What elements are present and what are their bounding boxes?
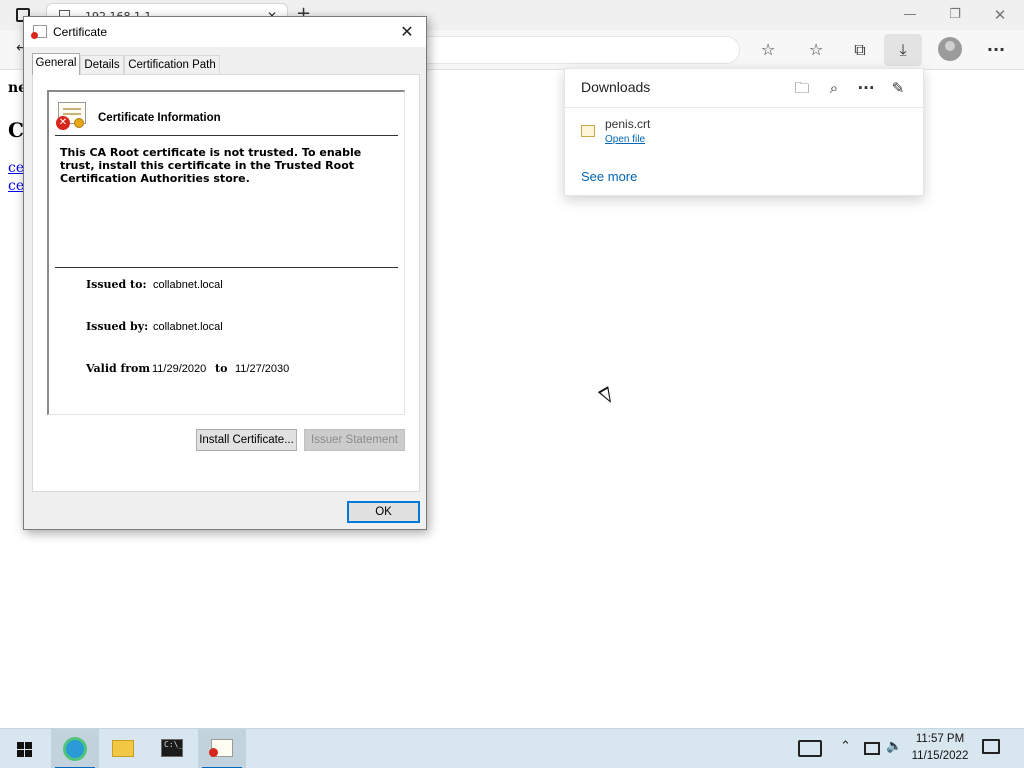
start-button[interactable] <box>8 737 40 761</box>
tab-general[interactable]: General <box>32 53 80 75</box>
close-window-button[interactable]: ✕ <box>978 4 1022 26</box>
profile-avatar[interactable] <box>938 37 962 61</box>
download-icon[interactable]: ⤓ <box>884 34 922 66</box>
certificate-dialog: Certificate ✕ General Details Certificat… <box>23 16 427 530</box>
certificate-icon <box>31 25 47 39</box>
tab-panel-general: ✕ Certificate Information This CA Root c… <box>32 74 420 492</box>
issued-by-label: Issued by: <box>86 320 149 333</box>
certificate-icon[interactable] <box>198 729 246 768</box>
clock-date[interactable]: 11/15/2022 <box>905 750 975 762</box>
trust-warning-text: This CA Root certificate is not trusted.… <box>60 146 362 185</box>
valid-from-value: 11/29/2020 <box>152 363 207 375</box>
page-link[interactable]: ce <box>8 160 24 176</box>
issuer-statement-button: Issuer Statement <box>304 429 405 451</box>
issued-to-label: Issued to: <box>86 278 147 291</box>
tab-certification-path[interactable]: Certification Path <box>124 55 220 75</box>
divider <box>565 107 923 108</box>
chevron-up-icon[interactable]: ⌃ <box>840 739 851 754</box>
dialog-titlebar: Certificate ✕ <box>24 17 426 47</box>
search-icon[interactable]: ⌕ <box>823 77 845 99</box>
taskbar: C:\_ ⌃ 🔈 11:57 PM 11/15/2022 <box>0 728 1024 768</box>
valid-to-label: to <box>215 362 228 375</box>
dialog-title: Certificate <box>53 25 108 39</box>
ok-button[interactable]: OK <box>347 501 420 523</box>
open-file-link[interactable]: Open file <box>605 134 645 145</box>
file-explorer-icon[interactable] <box>99 729 147 768</box>
network-icon[interactable] <box>864 742 880 755</box>
download-item[interactable]: penis.crt Open file <box>579 115 909 151</box>
valid-from-label: Valid from <box>86 362 151 375</box>
download-filename: penis.crt <box>605 117 651 131</box>
certificate-file-icon <box>581 125 595 137</box>
restore-button[interactable]: ❐ <box>933 4 977 26</box>
terminal-icon[interactable]: C:\_ <box>148 729 196 768</box>
open-folder-icon[interactable]: 🗀 <box>791 77 813 99</box>
more-icon[interactable]: ··· <box>984 39 1008 61</box>
downloads-panel: Downloads 🗀 ⌕ ··· ✎ penis.crt Open file … <box>564 68 924 196</box>
downloads-title: Downloads <box>581 79 651 95</box>
edge-icon[interactable] <box>51 729 99 768</box>
favorite-add-icon[interactable]: ☆ <box>756 39 780 61</box>
minimize-button[interactable]: — <box>888 4 932 26</box>
install-certificate-button[interactable]: Install Certificate... <box>196 429 297 451</box>
divider <box>55 135 398 136</box>
close-icon[interactable]: ✕ <box>392 20 422 44</box>
notification-icon[interactable] <box>982 739 1000 754</box>
volume-muted-icon[interactable]: 🔈 <box>886 739 902 754</box>
mouse-cursor-icon <box>597 386 617 406</box>
issued-by-value: collabnet.local <box>153 321 223 333</box>
pin-icon[interactable]: ✎ <box>887 77 909 99</box>
valid-to-value: 11/27/2030 <box>235 363 290 375</box>
clock-time[interactable]: 11:57 PM <box>905 733 975 745</box>
certificate-info-heading: Certificate Information <box>98 112 221 124</box>
favorites-icon[interactable]: ☆ <box>804 39 828 61</box>
collections-icon[interactable]: ⧉ <box>848 39 872 61</box>
tab-details[interactable]: Details <box>80 55 124 75</box>
news-widget-icon[interactable] <box>798 740 822 757</box>
certificate-error-icon: ✕ <box>56 102 88 132</box>
issued-to-value: collabnet.local <box>153 279 223 291</box>
divider <box>55 267 398 268</box>
more-options-icon[interactable]: ··· <box>855 77 877 99</box>
page-link[interactable]: ce <box>8 178 24 194</box>
certificate-info-box: ✕ Certificate Information This CA Root c… <box>47 90 405 415</box>
see-more-link[interactable]: See more <box>581 169 637 184</box>
